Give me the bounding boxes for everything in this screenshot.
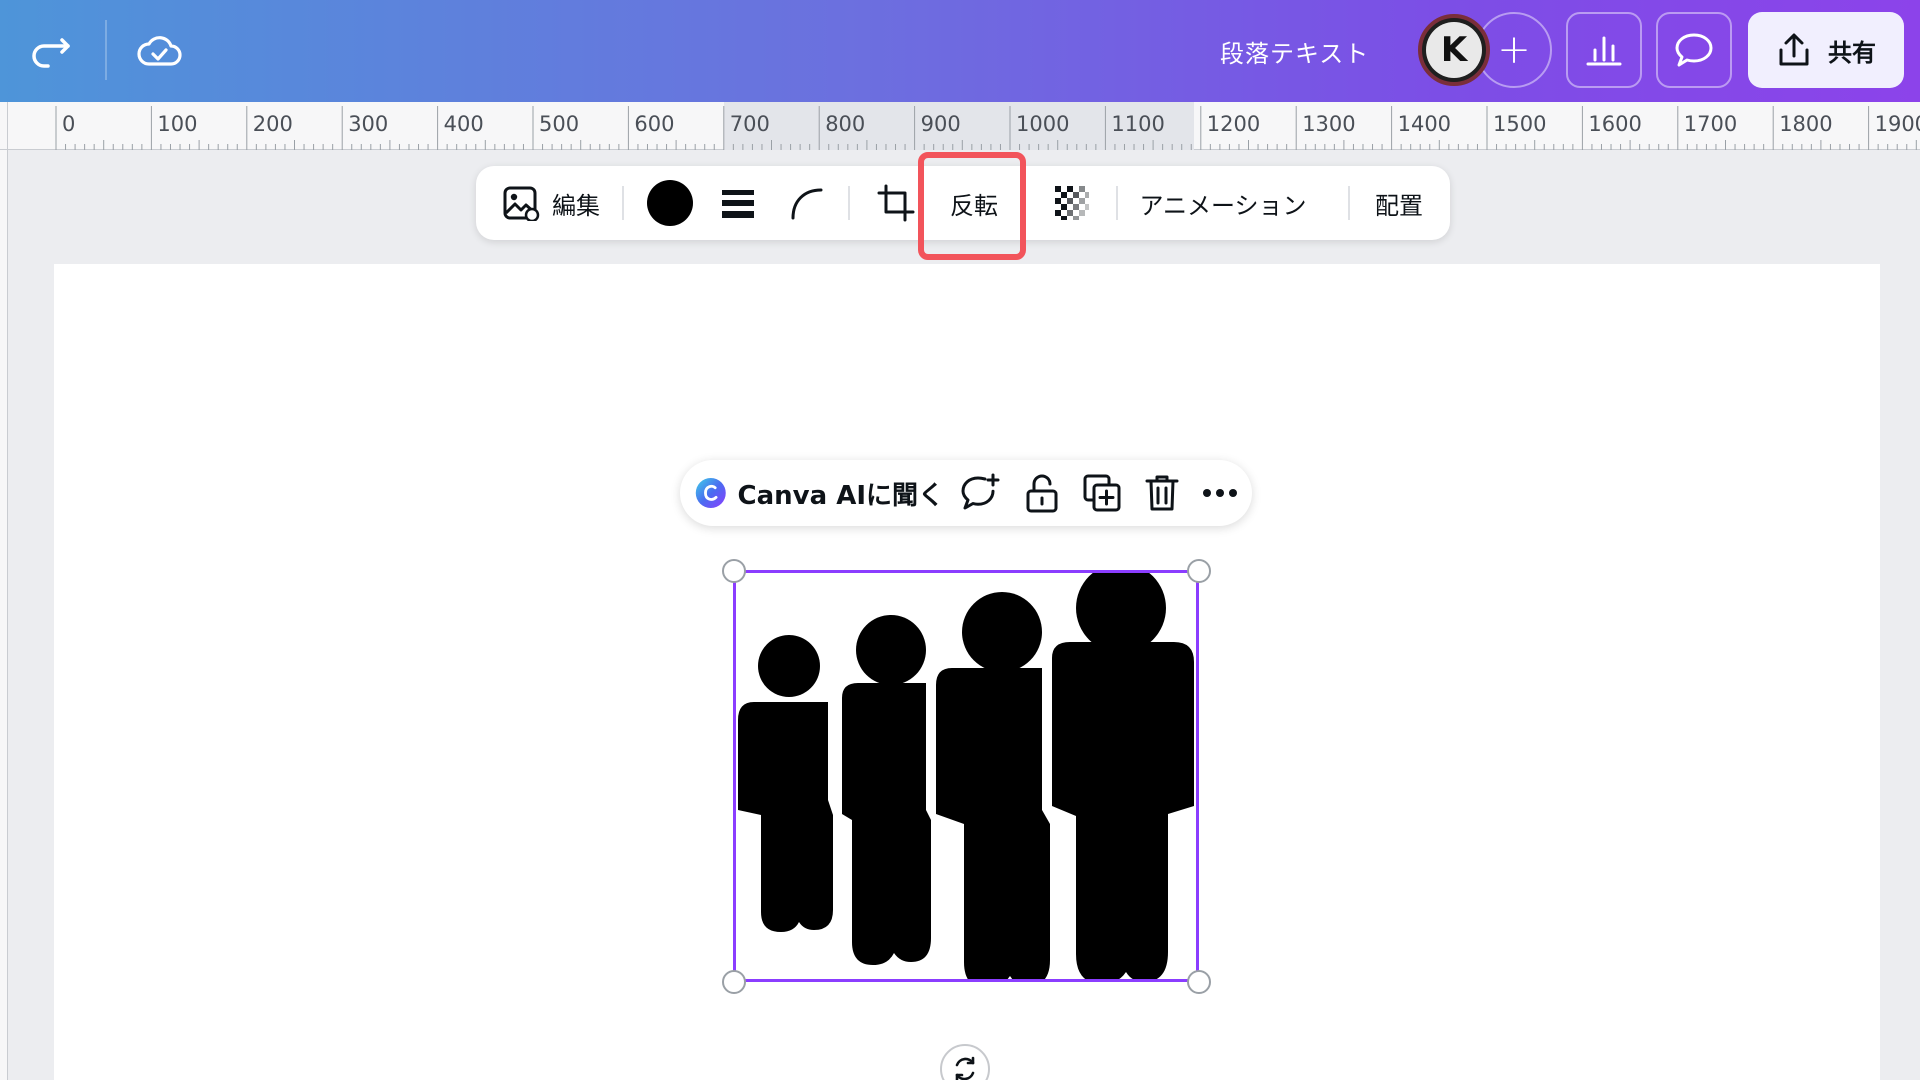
header-divider xyxy=(105,20,107,80)
corner-rounding-button[interactable] xyxy=(778,166,834,240)
image-edit-icon xyxy=(503,186,540,221)
flip-button-highlight xyxy=(918,152,1026,260)
transparency-checker-icon xyxy=(1055,186,1089,220)
ruler-label: 700 xyxy=(729,112,770,136)
duplicate-button[interactable] xyxy=(1074,460,1130,526)
toolbar-divider xyxy=(1348,186,1350,220)
position-button[interactable]: 配置 xyxy=(1368,166,1430,240)
selection-frame xyxy=(733,570,1199,982)
color-swatch-icon xyxy=(647,180,693,226)
resize-handle-bottom-right[interactable] xyxy=(1187,970,1211,994)
share-button[interactable]: 共有 xyxy=(1748,12,1904,88)
ruler-label: 1800 xyxy=(1779,112,1833,136)
lock-button[interactable] xyxy=(1014,460,1070,526)
crop-icon xyxy=(877,184,915,222)
toolbar-divider xyxy=(848,186,850,220)
resize-handle-bottom-left[interactable] xyxy=(722,970,746,994)
ruler-label: 800 xyxy=(825,112,866,136)
duplicate-icon xyxy=(1083,474,1121,512)
document-title[interactable]: 段落テキスト xyxy=(1220,34,1369,69)
user-avatar[interactable]: K xyxy=(1418,14,1490,86)
top-header-bar: 段落テキスト + K 共有 xyxy=(0,0,1920,102)
line-weight-icon xyxy=(722,190,754,218)
comments-button[interactable] xyxy=(1656,12,1732,88)
ruler-label: 1400 xyxy=(1397,112,1452,136)
edit-image-button[interactable]: 編集 xyxy=(496,166,606,240)
toolbar-divider xyxy=(1116,186,1118,220)
ruler-label: 100 xyxy=(157,112,198,136)
comment-add-icon xyxy=(961,473,1000,510)
cloud-check-icon xyxy=(137,36,182,66)
toolbar-divider xyxy=(622,186,624,220)
ruler-label: 500 xyxy=(539,112,580,136)
corner-radius-icon xyxy=(791,188,823,220)
delete-button[interactable] xyxy=(1134,460,1190,526)
ask-ai-label: Canva AIに聞く xyxy=(737,480,944,511)
crop-button[interactable] xyxy=(868,166,924,240)
ruler-label: 1900 xyxy=(1874,112,1920,136)
ruler-label: 400 xyxy=(443,112,484,136)
canva-ai-icon xyxy=(695,478,726,508)
insights-button[interactable] xyxy=(1566,12,1642,88)
border-style-button[interactable] xyxy=(710,166,766,240)
rotate-icon xyxy=(955,1056,975,1080)
avatar-initial: K xyxy=(1426,22,1482,78)
comment-bubble-icon xyxy=(1675,33,1713,67)
redo-icon xyxy=(32,38,70,68)
transparency-button[interactable] xyxy=(1044,166,1100,240)
ruler-label: 200 xyxy=(252,112,293,136)
ruler-label: 1700 xyxy=(1683,112,1738,136)
ruler-label: 1600 xyxy=(1588,112,1642,136)
edit-label: 編集 xyxy=(552,191,600,220)
ruler-label: 300 xyxy=(348,112,389,136)
redo-button[interactable] xyxy=(22,22,78,78)
animation-label: アニメーション xyxy=(1139,191,1307,220)
horizontal-ruler: 0 100 200 300 400 500 600 700 800 900 1000 1100 1200… xyxy=(0,102,1920,150)
resize-handle-top-right[interactable] xyxy=(1187,559,1211,583)
trash-icon xyxy=(1145,475,1179,511)
ask-canva-ai-button[interactable]: Canva AIに聞く xyxy=(694,460,944,526)
save-status-button[interactable] xyxy=(128,22,190,78)
animate-button[interactable]: アニメーション xyxy=(1134,166,1312,240)
share-label: 共有 xyxy=(1828,38,1876,67)
more-options-button[interactable] xyxy=(1192,460,1248,526)
element-context-menu: Canva AIに聞く xyxy=(680,460,1252,526)
plus-icon: + xyxy=(1497,27,1531,73)
ruler-label: 1100 xyxy=(1111,112,1165,136)
ruler-label: 1200 xyxy=(1206,112,1261,136)
resize-handle-top-left[interactable] xyxy=(722,559,746,583)
position-label: 配置 xyxy=(1375,191,1423,220)
vertical-ruler xyxy=(0,150,8,1080)
ruler-label: 1300 xyxy=(1302,112,1356,136)
unlock-icon xyxy=(1026,474,1058,513)
ruler-label: 600 xyxy=(634,112,675,136)
ruler-label: 1500 xyxy=(1493,112,1547,136)
ruler-label: 900 xyxy=(920,112,961,136)
more-dots-icon xyxy=(1203,489,1237,497)
upload-icon xyxy=(1779,33,1809,66)
color-button[interactable] xyxy=(642,166,698,240)
ruler-label: 1000 xyxy=(1016,112,1070,136)
ruler-label: 0 xyxy=(62,112,76,136)
bar-chart-icon xyxy=(1586,36,1622,66)
add-comment-button[interactable] xyxy=(952,460,1008,526)
